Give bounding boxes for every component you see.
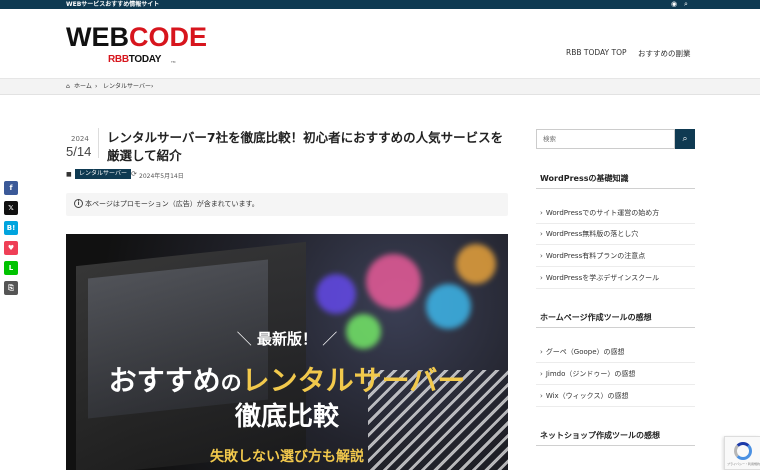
search-icon[interactable]: ⌕ bbox=[684, 0, 688, 9]
share-copy-button[interactable]: ⎘ bbox=[4, 281, 18, 295]
nav-recommended-side-jobs[interactable]: おすすめの副業 bbox=[638, 48, 691, 59]
chevron-right-icon: › bbox=[540, 392, 543, 400]
sidebar-link[interactable]: › WordPress無料版の落とし穴 bbox=[536, 224, 695, 245]
breadcrumb: ⌂ ホーム › レンタルサーバー › bbox=[0, 79, 760, 95]
chevron-right-icon: › bbox=[540, 370, 543, 378]
category-badge[interactable]: レンタルサーバー bbox=[75, 169, 131, 179]
share-line-button[interactable]: L bbox=[4, 261, 18, 275]
sidebar-link[interactable]: › Jimdo（ジンドゥー）の感想 bbox=[536, 364, 695, 385]
chevron-right-icon: › bbox=[540, 252, 543, 260]
chevron-right-icon: › bbox=[540, 274, 543, 282]
chevron-right-icon: › bbox=[151, 83, 154, 90]
recaptcha-label: プライバシー・利用規約 bbox=[727, 462, 760, 466]
chevron-right-icon: › bbox=[540, 348, 543, 356]
share-hatena-button[interactable]: B! bbox=[4, 221, 18, 235]
sidebar-heading-homepage-tools: ホームページ作成ツールの感想 bbox=[536, 310, 695, 328]
bokeh-light bbox=[316, 274, 356, 314]
bokeh-light bbox=[366, 254, 421, 309]
article-title: レンタルサーバー7社を徹底比較！初心者におすすめの人気サービスを厳選して紹介 bbox=[107, 130, 504, 163]
share-pocket-button[interactable]: ♥ bbox=[4, 241, 18, 255]
share-x-button[interactable]: 𝕏 bbox=[4, 201, 18, 215]
search-input[interactable] bbox=[537, 130, 674, 148]
hero-subheadline: 徹底比較 bbox=[234, 402, 339, 432]
hero-headline: おすすめのレンタルサーバー bbox=[108, 364, 466, 397]
logo-trademark: TM bbox=[171, 60, 176, 64]
hero-image: ＼ 最新版！ ／ おすすめのレンタルサーバー 徹底比較 失敗しない選び方も解説 bbox=[66, 234, 508, 470]
rss-icon[interactable]: ◉ bbox=[671, 0, 677, 9]
post-date-month-day: 5/14 bbox=[66, 144, 92, 159]
sidebar-link[interactable]: › グーペ（Goope）の感想 bbox=[536, 342, 695, 363]
chevron-right-icon: › bbox=[540, 230, 543, 238]
sidebar-heading-wordpress: WordPressの基礎知識 bbox=[536, 171, 695, 189]
search-button[interactable]: ⌕ bbox=[675, 129, 695, 149]
info-icon: i bbox=[74, 199, 83, 208]
sidebar-link[interactable]: › WordPressでのサイト運営の始め方 bbox=[536, 203, 695, 224]
sidebar-search bbox=[536, 129, 675, 149]
sidebar-link[interactable]: › WordPress有料プランの注意点 bbox=[536, 246, 695, 267]
sidebar-link[interactable]: › WordPressを学ぶデザインスクール bbox=[536, 268, 695, 289]
breadcrumb-home[interactable]: ホーム bbox=[74, 79, 92, 95]
chevron-right-icon: › bbox=[95, 83, 98, 90]
bokeh-light bbox=[426, 284, 471, 329]
sidebar-link[interactable]: › Wix（ウィックス）の感想 bbox=[536, 386, 695, 407]
hero-tagline: 失敗しない選び方も解説 bbox=[210, 449, 364, 465]
updated-date: 2024年5月14日 bbox=[139, 173, 184, 180]
sidebar-heading-netshop-tools: ネットショップ作成ツールの感想 bbox=[536, 428, 695, 446]
site-tagline: WEBサービスおすすめ情報サイト bbox=[66, 1, 160, 8]
share-facebook-button[interactable]: f bbox=[4, 181, 18, 195]
top-bar: WEBサービスおすすめ情報サイト ◉ ⌕ bbox=[0, 0, 760, 9]
site-logo[interactable]: WEBCODE bbox=[66, 23, 207, 51]
nav-rbb-today-top[interactable]: RBB TODAY TOP bbox=[566, 48, 627, 57]
search-icon: ⌕ bbox=[682, 134, 688, 144]
chevron-right-icon: › bbox=[540, 209, 543, 217]
folder-icon: ■ bbox=[66, 171, 72, 178]
home-icon: ⌂ bbox=[66, 83, 70, 90]
promotion-notice: i 本ページはプロモーション（広告）が含まれています。 bbox=[66, 193, 508, 216]
recaptcha-icon bbox=[734, 442, 752, 460]
promotion-notice-text: 本ページはプロモーション（広告）が含まれています。 bbox=[85, 200, 259, 208]
date-divider bbox=[98, 128, 99, 158]
rbb-today-logo: RBBTODAY bbox=[108, 54, 162, 65]
hero-badge: ＼ 最新版！ ／ bbox=[236, 330, 338, 348]
refresh-icon: ⟳ bbox=[131, 170, 137, 178]
recaptcha-badge[interactable]: プライバシー・利用規約 bbox=[724, 436, 760, 470]
bokeh-light bbox=[456, 244, 496, 284]
post-date-year: 2024 bbox=[71, 135, 89, 143]
breadcrumb-category[interactable]: レンタルサーバー bbox=[103, 79, 151, 95]
site-header: WEBCODE RBBTODAY TM RBB TODAY TOP おすすめの副… bbox=[0, 9, 760, 79]
